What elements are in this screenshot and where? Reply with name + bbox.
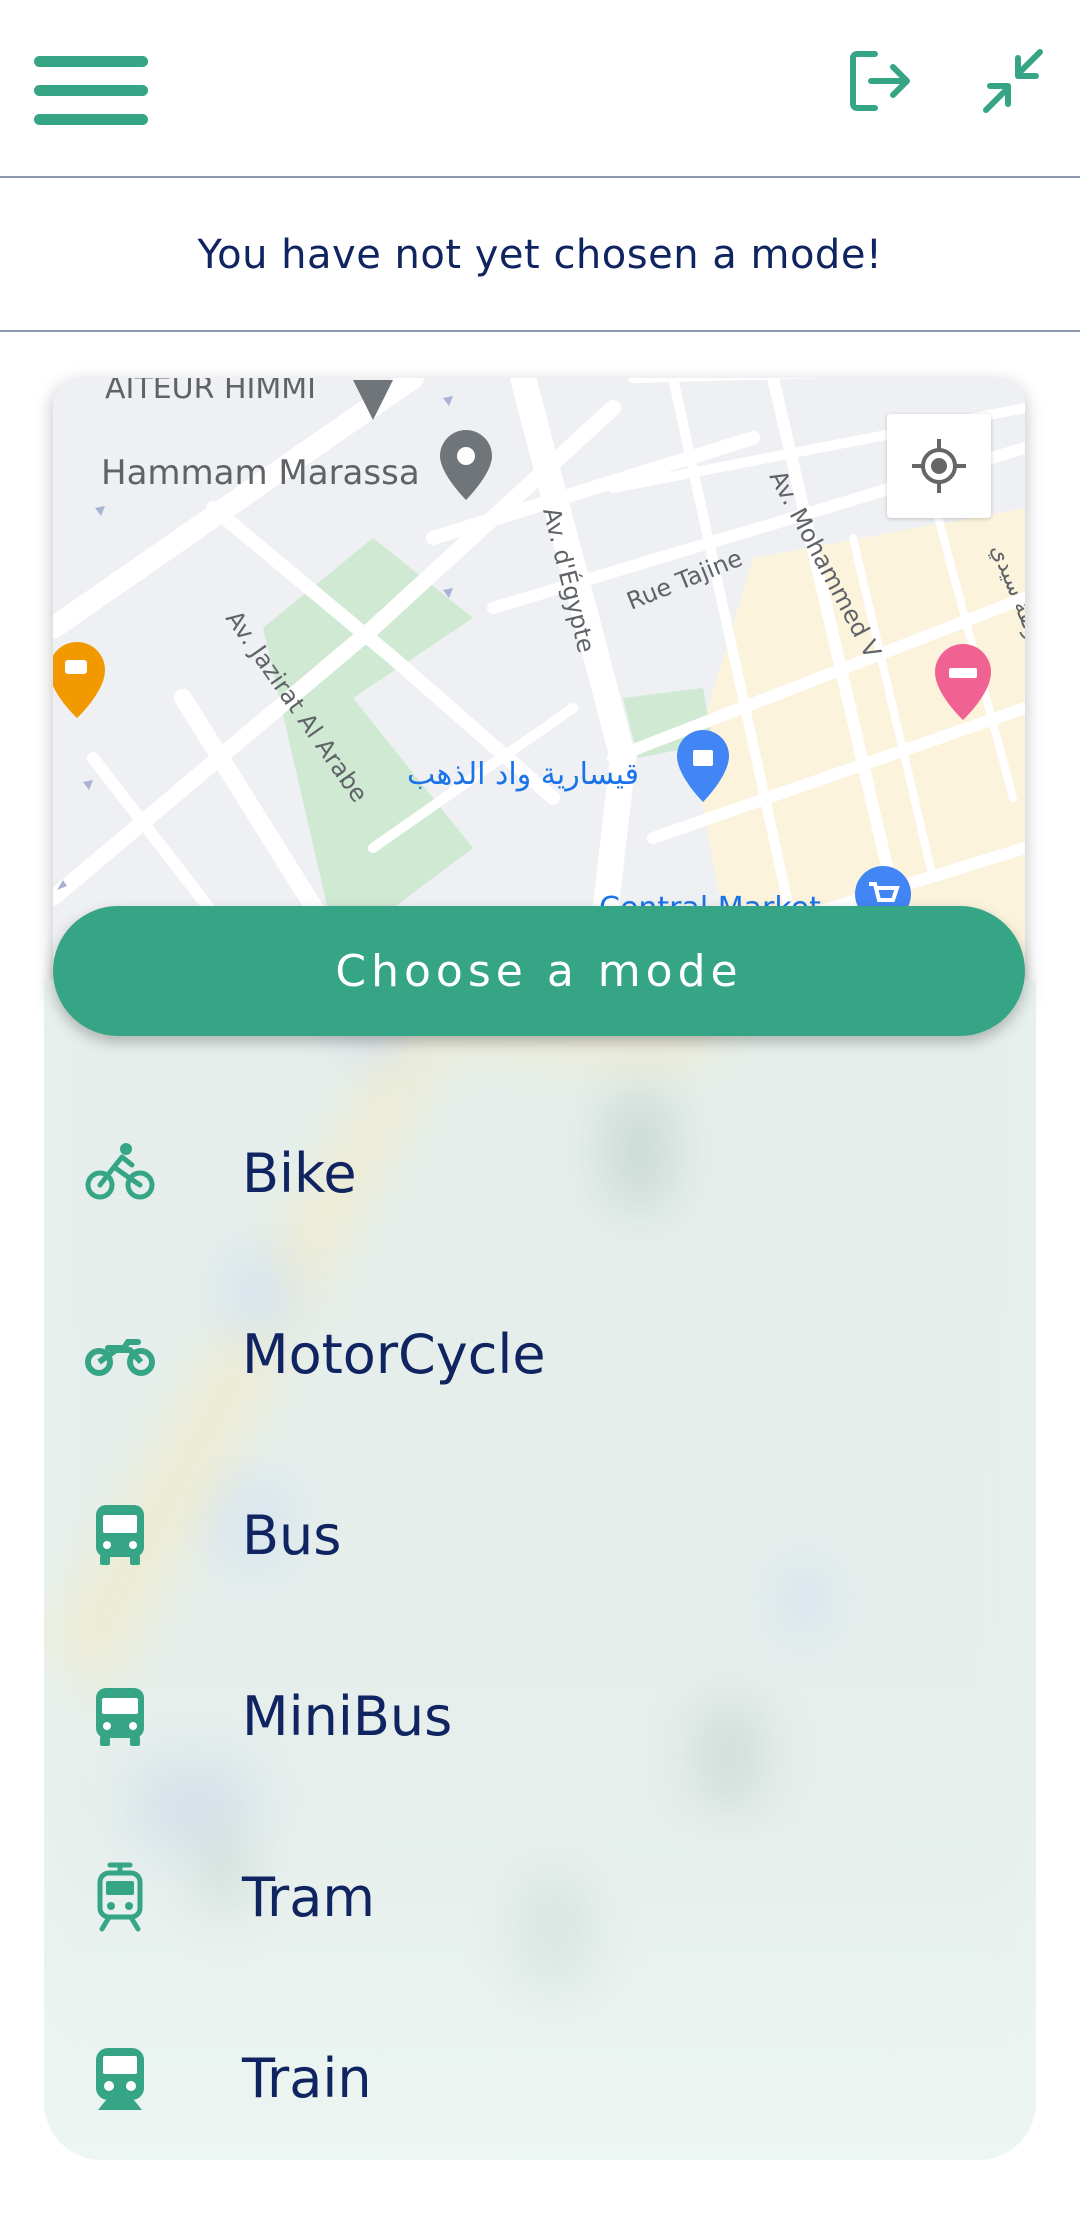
logout-icon[interactable]: [845, 46, 915, 116]
collapse-icon[interactable]: [978, 46, 1048, 116]
bus-icon: [80, 1495, 160, 1575]
mode-item-tram[interactable]: Tram: [80, 1837, 1040, 1957]
mode-status-banner: You have not yet chosen a mode!: [0, 180, 1080, 332]
minibus-icon: [80, 1676, 160, 1756]
mode-label: Bus: [242, 1503, 342, 1567]
motorcycle-icon: [80, 1314, 160, 1394]
mode-item-bus[interactable]: Bus: [80, 1475, 1040, 1595]
top-app-bar: [0, 0, 1080, 178]
mode-item-train[interactable]: Train: [80, 2018, 1040, 2138]
mode-item-motorcycle[interactable]: MotorCycle: [80, 1294, 1040, 1414]
mode-label: Tram: [242, 1865, 375, 1929]
mode-item-minibus[interactable]: MiniBus: [80, 1656, 1040, 1776]
status-message: You have not yet chosen a mode!: [197, 232, 883, 278]
poi-label-traiteur: AITEUR HIMMI: [105, 378, 316, 406]
mode-label: MotorCycle: [242, 1322, 546, 1386]
tram-icon: [80, 1857, 160, 1937]
mode-item-bike[interactable]: Bike: [80, 1113, 1040, 1233]
poi-label-hammam: Hammam Marassa: [101, 453, 420, 493]
mode-label: Bike: [242, 1141, 357, 1205]
bike-icon: [80, 1133, 160, 1213]
menu-icon[interactable]: [34, 56, 148, 126]
poi-label-kissaria: قيسارية واد الذهب: [407, 757, 639, 792]
crosshair-icon: [912, 439, 966, 493]
my-location-button[interactable]: [887, 414, 991, 518]
mode-label: MiniBus: [242, 1684, 453, 1748]
choose-mode-button[interactable]: Choose a mode: [53, 906, 1025, 1036]
train-icon: [80, 2038, 160, 2118]
mode-label: Train: [242, 2046, 372, 2110]
choose-mode-label: Choose a mode: [335, 945, 743, 997]
